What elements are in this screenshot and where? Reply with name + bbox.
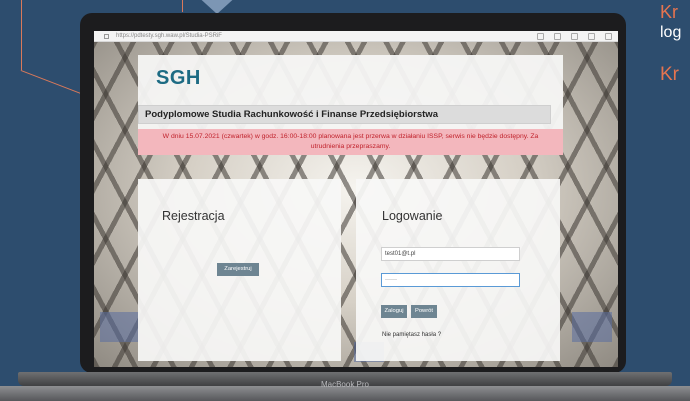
lock-icon <box>104 34 109 39</box>
browser-screen: https://pdtesty.sgh.waw.pl/Studia-PSRiF … <box>94 31 618 367</box>
collections-icon[interactable] <box>605 33 612 40</box>
favorite-icon[interactable] <box>571 33 578 40</box>
tabs-icon[interactable] <box>588 33 595 40</box>
page-title: Podyplomowe Studia Rachunkowość i Finans… <box>138 105 551 124</box>
side-heading: Kr <box>660 64 679 85</box>
login-button[interactable]: Zaloguj <box>381 305 407 318</box>
decorative-line <box>21 0 22 70</box>
logo: SGH <box>156 67 201 89</box>
login-title: Logowanie <box>382 209 443 223</box>
registration-panel: Rejestracja Zarejestruj <box>138 179 341 361</box>
url-text[interactable]: https://pdtesty.sgh.waw.pl/Studia-PSRiF <box>116 31 222 42</box>
register-button[interactable]: Zarejestruj <box>217 263 259 276</box>
text-size-icon[interactable] <box>554 33 561 40</box>
decorative-line <box>20 70 87 97</box>
side-heading: Kr <box>660 2 678 22</box>
browser-toolbar <box>537 31 612 40</box>
maintenance-notice: W dniu 15.07.2021 (czwartek) w godz. 16:… <box>138 129 563 155</box>
forgot-password-link[interactable]: Nie pamiętasz hasła ? <box>382 332 441 338</box>
reader-icon[interactable] <box>537 33 544 40</box>
skylight <box>100 312 140 342</box>
side-text: log <box>660 24 682 41</box>
login-panel: Logowanie test01@t.pl ······ Zaloguj Pow… <box>356 179 560 361</box>
password-field[interactable]: ······ <box>381 273 520 287</box>
back-button[interactable]: Powrót <box>411 305 437 318</box>
decorative-line <box>182 0 183 12</box>
laptop-label: MacBook Pro <box>320 380 370 389</box>
decorative-triangle <box>195 0 239 14</box>
header-card: SGH Podyplomowe Studia Rachunkowość i Fi… <box>138 55 563 129</box>
email-field[interactable]: test01@t.pl <box>381 247 520 261</box>
skylight <box>572 312 612 342</box>
address-bar[interactable]: https://pdtesty.sgh.waw.pl/Studia-PSRiF <box>94 31 618 42</box>
registration-title: Rejestracja <box>162 209 225 223</box>
